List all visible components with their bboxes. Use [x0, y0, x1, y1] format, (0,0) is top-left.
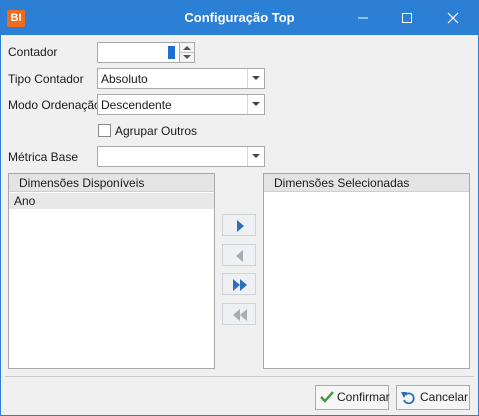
move-all-left-icon — [233, 309, 247, 321]
metrica-base-dropdown-button[interactable] — [247, 147, 264, 166]
close-icon — [447, 12, 459, 24]
modo-ordenacao-value: Descendente — [101, 98, 172, 112]
available-dimensions-header: Dimensões Disponíveis — [9, 174, 214, 192]
move-all-right-button[interactable] — [222, 273, 256, 295]
contador-spinner[interactable] — [97, 42, 197, 63]
contador-label: Contador — [8, 45, 58, 59]
move-left-icon — [236, 250, 243, 262]
move-left-button[interactable] — [222, 244, 256, 266]
agrupar-outros-checkbox[interactable] — [98, 124, 111, 137]
title-bar[interactable]: BI Configuração Top — [1, 1, 478, 35]
maximize-button[interactable] — [387, 1, 427, 35]
chevron-down-icon — [252, 154, 260, 158]
move-right-button[interactable] — [222, 214, 256, 236]
spin-down-button[interactable] — [180, 52, 194, 62]
selected-dimensions-panel[interactable]: Dimensões Selecionadas — [263, 173, 470, 369]
undo-icon — [401, 392, 415, 404]
metrica-base-select[interactable] — [97, 146, 265, 167]
cancel-button[interactable]: Cancelar — [396, 385, 470, 410]
agrupar-outros-label[interactable]: Agrupar Outros — [115, 124, 197, 138]
modo-ordenacao-label: Modo Ordenação — [8, 98, 101, 112]
maximize-icon — [402, 13, 412, 23]
move-all-left-button[interactable] — [222, 303, 256, 325]
confirm-label: Confirmar — [337, 390, 390, 404]
check-icon — [320, 391, 334, 403]
modo-ordenacao-dropdown-button[interactable] — [247, 95, 264, 114]
chevron-down-icon — [252, 76, 260, 80]
text-caret — [168, 46, 175, 59]
move-right-icon — [237, 220, 244, 232]
confirm-button[interactable]: Confirmar — [315, 385, 390, 410]
tipo-contador-dropdown-button[interactable] — [247, 69, 264, 88]
modo-ordenacao-select[interactable]: Descendente — [97, 94, 265, 115]
spinner-buttons[interactable] — [179, 42, 195, 63]
chevron-down-icon — [252, 102, 260, 106]
close-button[interactable] — [433, 1, 473, 35]
tipo-contador-value: Absoluto — [101, 72, 148, 86]
tipo-contador-select[interactable]: Absoluto — [97, 68, 265, 89]
dialog-window: BI Configuração Top Contador Tipo Contad… — [0, 0, 479, 416]
list-item[interactable]: Ano — [9, 193, 214, 209]
contador-input[interactable] — [97, 42, 180, 63]
available-dimensions-panel[interactable]: Dimensões Disponíveis Ano — [8, 173, 215, 369]
tipo-contador-label: Tipo Contador — [8, 72, 84, 86]
spin-down-icon — [183, 55, 191, 59]
metrica-base-label: Métrica Base — [8, 150, 79, 164]
footer-divider — [5, 376, 474, 377]
selected-dimensions-header: Dimensões Selecionadas — [264, 174, 469, 192]
spin-up-icon — [183, 46, 191, 50]
minimize-icon — [358, 17, 368, 19]
minimize-button[interactable] — [343, 1, 383, 35]
move-all-right-icon — [233, 279, 247, 291]
cancel-label: Cancelar — [420, 390, 469, 404]
